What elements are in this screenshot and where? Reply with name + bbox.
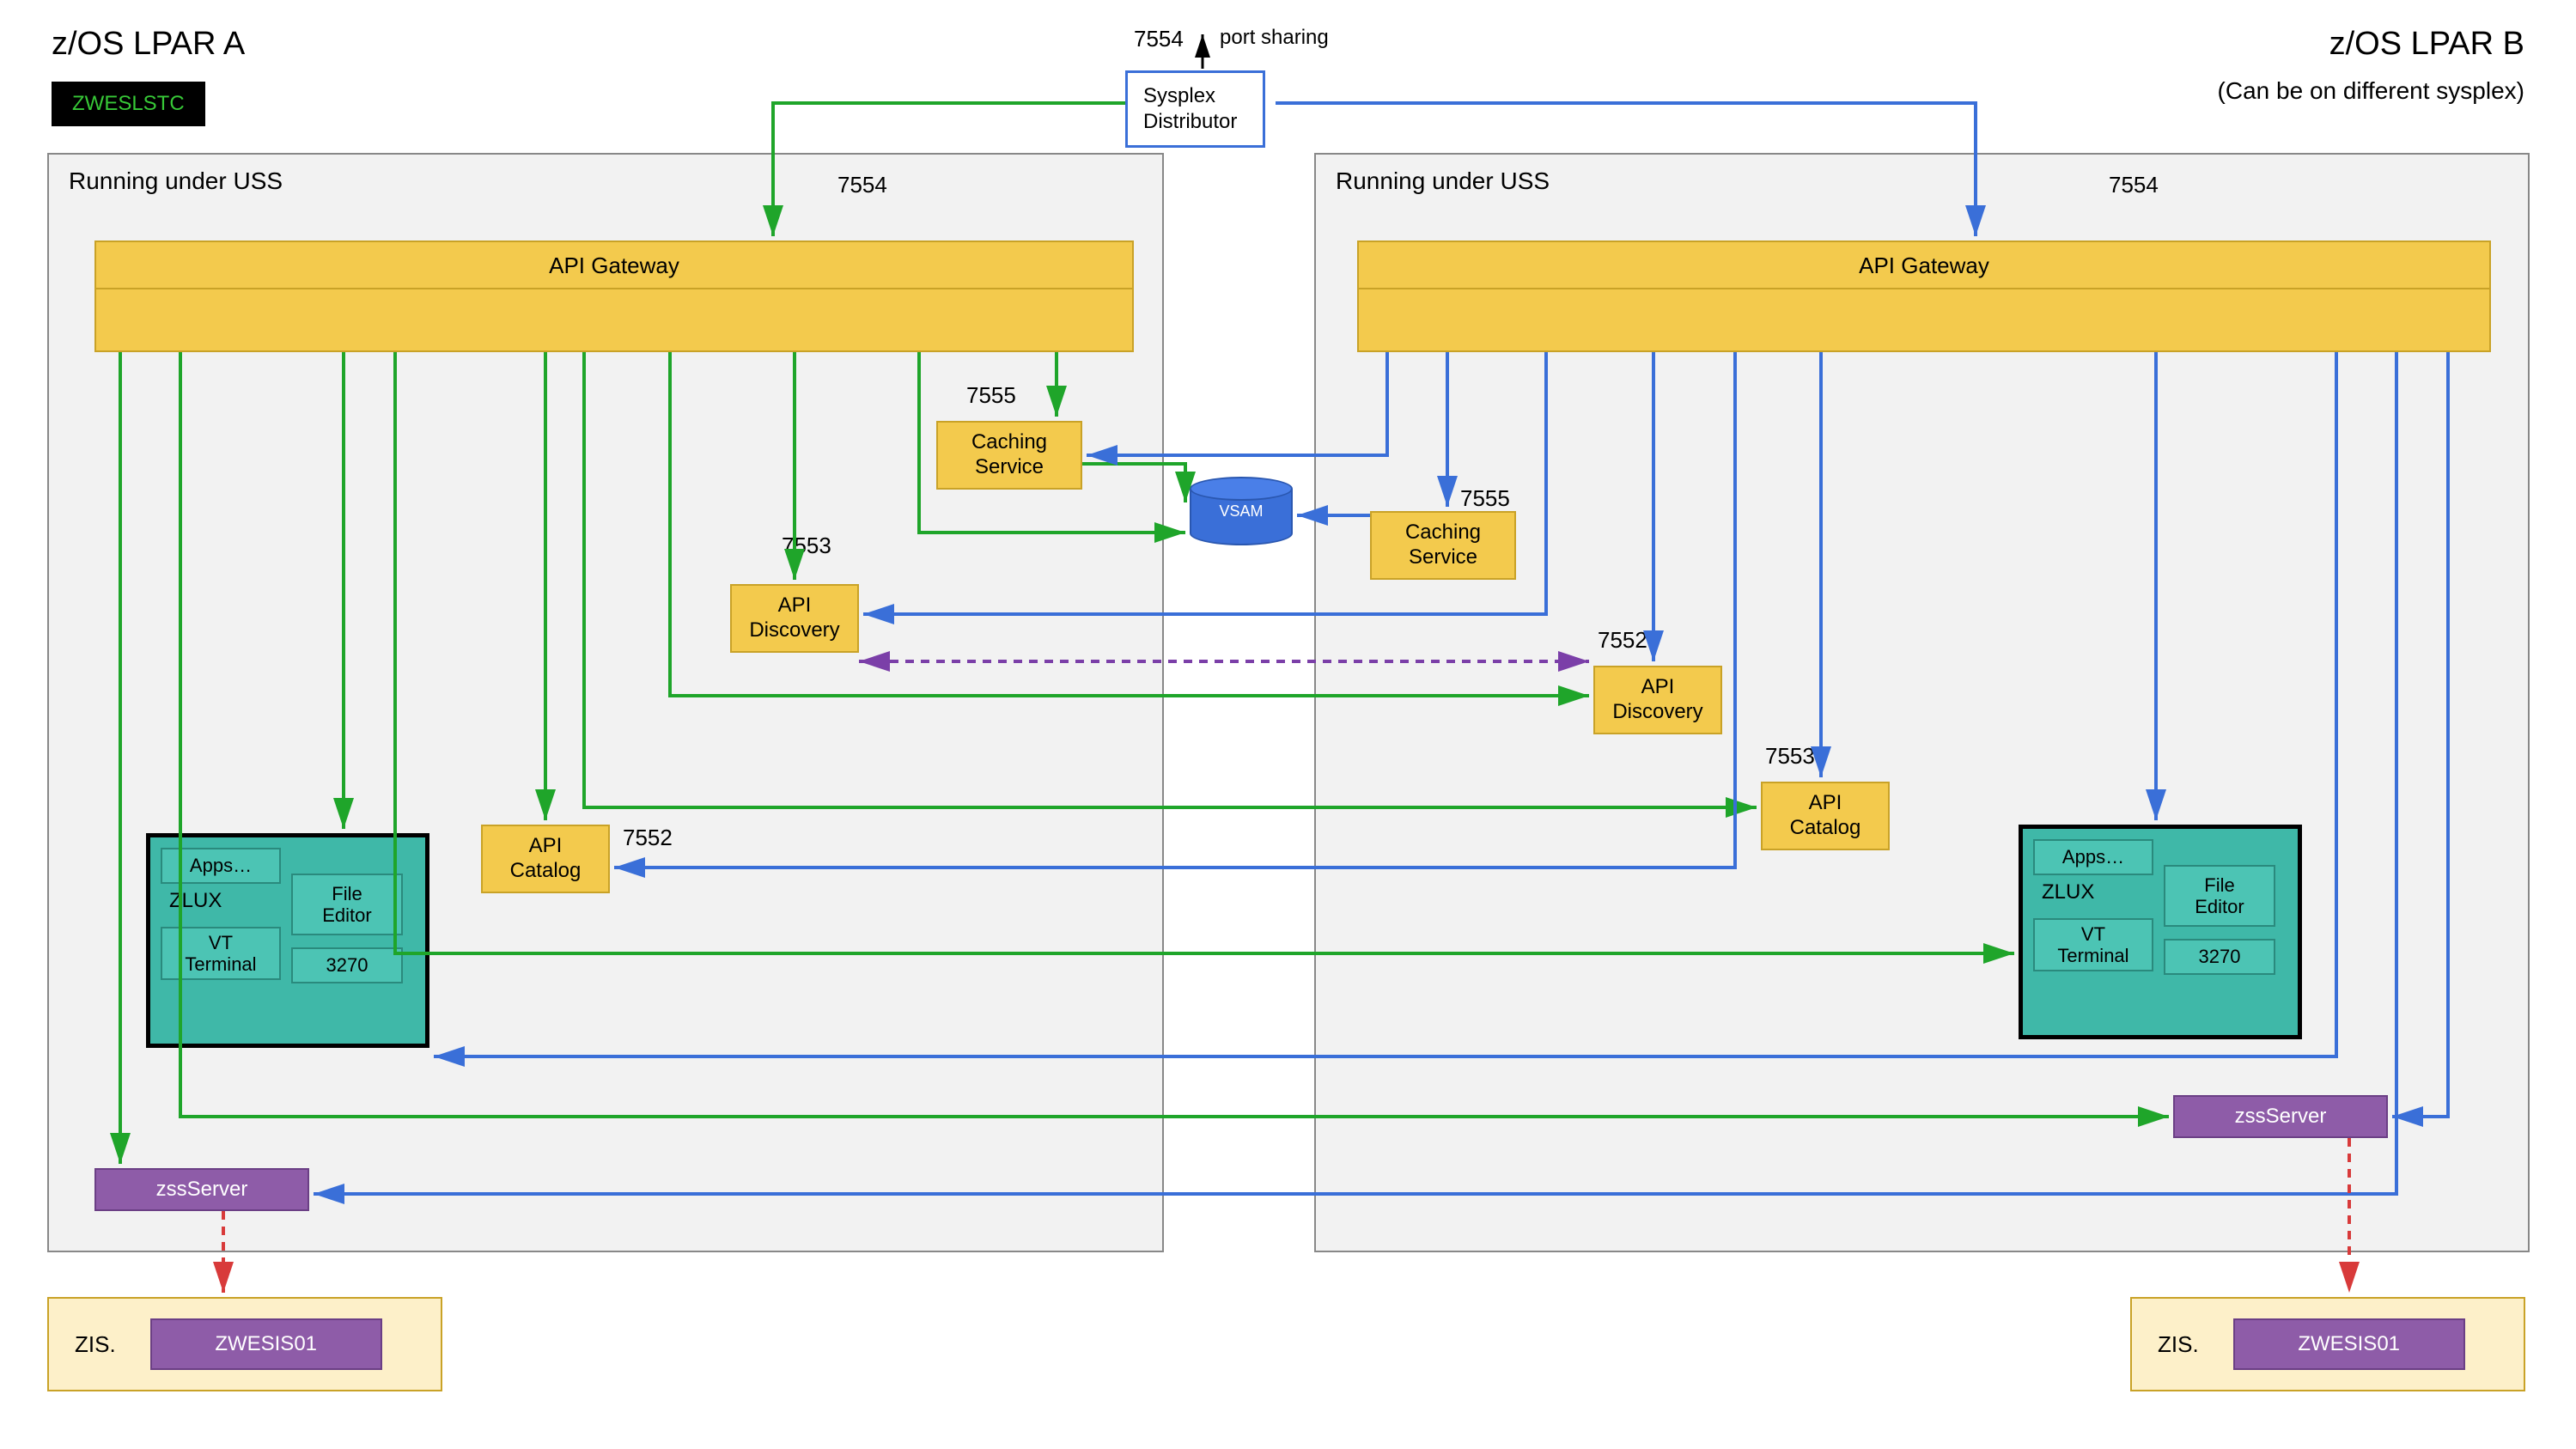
zlux-a-file-editor: FileEditor — [291, 874, 403, 935]
sysplex-port: 7554 — [1134, 26, 1184, 52]
zlux-b-apps: Apps… — [2033, 839, 2153, 875]
zweslstc-badge: ZWESLSTC — [52, 82, 205, 126]
zlux-b-vt: VTTerminal — [2033, 918, 2153, 971]
zlux-a-apps: Apps… — [161, 848, 281, 884]
zlux-b-file-editor: FileEditor — [2164, 865, 2275, 927]
catalog-b-port: 7553 — [1765, 743, 1815, 770]
lpar-a-title: z/OS LPAR A — [52, 26, 245, 63]
api-gateway-a-label: API Gateway — [96, 242, 1132, 289]
lpar-a-uss-port: 7554 — [837, 172, 887, 198]
caching-service-b: CachingService — [1370, 511, 1516, 580]
lpar-b-title: z/OS LPAR B — [2329, 26, 2524, 63]
zlux-a-label: ZLUX — [161, 884, 281, 918]
lpar-b-uss-label: Running under USS — [1336, 167, 1550, 195]
zss-server-a: zssServer — [94, 1168, 309, 1211]
lpar-b-uss-port: 7554 — [2109, 172, 2159, 198]
zlux-a-vt: VTTerminal — [161, 927, 281, 980]
zis-b-name: ZWESIS01 — [2233, 1318, 2465, 1370]
caching-service-a: CachingService — [936, 421, 1082, 490]
sysplex-distributor: SysplexDistributor — [1125, 70, 1265, 148]
zlux-a: Apps… ZLUX VTTerminal FileEditor 3270 — [146, 833, 429, 1048]
api-catalog-b: APICatalog — [1761, 782, 1890, 850]
zis-a-prefix: ZIS. — [75, 1331, 116, 1358]
zis-b-prefix: ZIS. — [2158, 1331, 2199, 1358]
api-gateway-b: API Gateway — [1357, 240, 2491, 352]
vsam-cylinder: VSAM — [1190, 477, 1293, 545]
api-discovery-a: APIDiscovery — [730, 584, 859, 653]
caching-a-port: 7555 — [966, 382, 1016, 409]
lpar-a-uss-label: Running under USS — [69, 167, 283, 195]
zlux-a-3270: 3270 — [291, 947, 403, 983]
api-gateway-a: API Gateway — [94, 240, 1134, 352]
zlux-b-label: ZLUX — [2033, 875, 2153, 910]
api-gateway-b-label: API Gateway — [1359, 242, 2489, 289]
zis-b-container: ZIS. ZWESIS01 — [2130, 1297, 2525, 1391]
zss-server-b: zssServer — [2173, 1095, 2388, 1138]
zis-a-name: ZWESIS01 — [150, 1318, 382, 1370]
lpar-b-subtitle: (Can be on different sysplex) — [2218, 77, 2524, 105]
zlux-b: Apps… ZLUX VTTerminal FileEditor 3270 — [2019, 825, 2302, 1039]
api-catalog-a: APICatalog — [481, 825, 610, 893]
zlux-b-3270: 3270 — [2164, 939, 2275, 975]
zis-a-container: ZIS. ZWESIS01 — [47, 1297, 442, 1391]
discovery-a-port: 7553 — [782, 533, 831, 559]
port-sharing-label: port sharing — [1220, 26, 1329, 50]
api-discovery-b: APIDiscovery — [1593, 666, 1722, 734]
discovery-b-port: 7552 — [1598, 627, 1647, 654]
caching-b-port: 7555 — [1460, 485, 1510, 512]
catalog-a-port: 7552 — [623, 825, 673, 851]
